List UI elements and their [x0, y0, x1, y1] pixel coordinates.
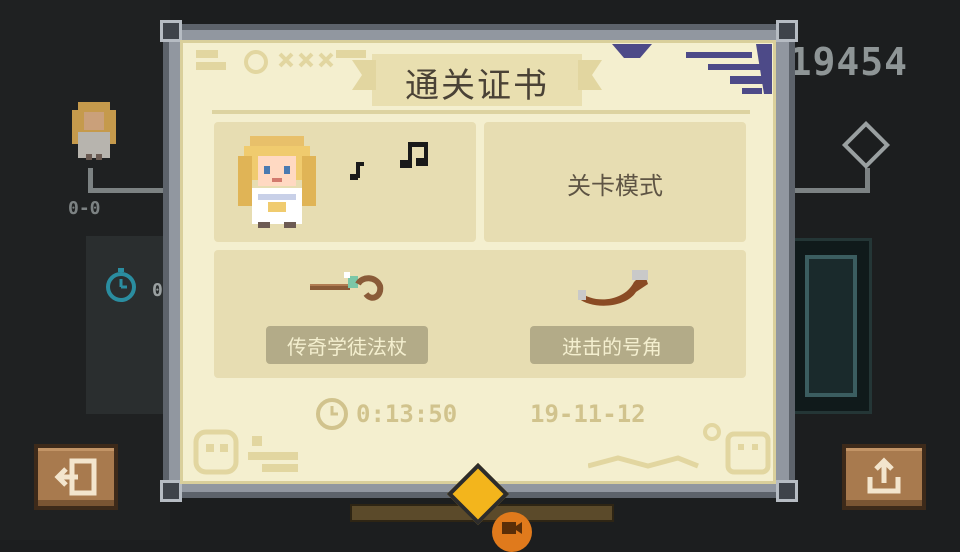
left-stats-panel	[86, 236, 170, 414]
clock-icon	[316, 398, 348, 430]
bottom-left-ornament	[193, 429, 298, 475]
right-bracket	[795, 168, 870, 193]
frame-corner	[160, 20, 182, 42]
item-label-staff: 传奇学徒法杖	[266, 326, 428, 364]
character-portrait	[72, 102, 116, 160]
clear-time: 0:13:50	[356, 400, 458, 428]
exit-icon	[54, 458, 97, 496]
stopwatch-icon	[106, 268, 136, 302]
exit-button[interactable]	[34, 444, 118, 510]
camera-icon	[502, 522, 522, 534]
game-mode-label: 关卡模式	[567, 172, 663, 200]
diamond-icon	[841, 120, 891, 170]
win-loss-record: 0-0	[68, 198, 101, 219]
left-bracket	[88, 168, 173, 193]
title-divider	[212, 110, 750, 114]
certificate-title: 通关证书	[405, 66, 549, 106]
share-icon	[867, 457, 901, 494]
music-note-icon	[350, 162, 364, 180]
record-button[interactable]	[492, 512, 532, 552]
frame-corner	[160, 480, 182, 502]
music-notes-icon	[400, 142, 428, 168]
frame-corner	[776, 480, 798, 502]
staff-icon	[310, 272, 384, 301]
bottom-right-ornament	[588, 423, 771, 475]
frame-corner	[776, 20, 798, 42]
clear-date: 19-11-12	[530, 400, 646, 428]
horn-icon	[578, 270, 648, 306]
top-right-ornament	[612, 44, 772, 94]
stopwatch-digit: 0	[152, 280, 163, 301]
character-sprite	[238, 136, 316, 228]
item-label-horn: 进击的号角	[530, 326, 694, 364]
share-button[interactable]	[842, 444, 926, 510]
top-left-ornament	[196, 50, 366, 74]
portal-door	[790, 238, 872, 414]
score-counter: 19454	[788, 40, 908, 84]
